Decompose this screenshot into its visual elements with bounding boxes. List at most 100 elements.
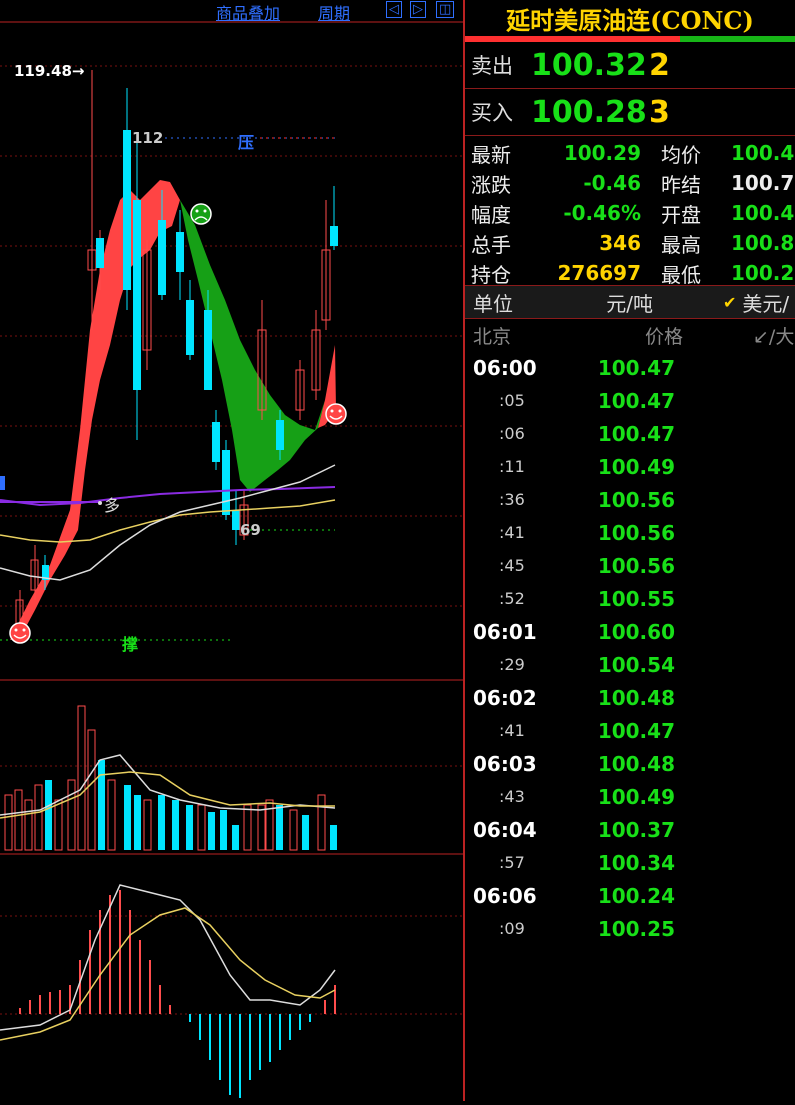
time-column-header: 北京 (465, 322, 563, 349)
latest-value: 100.29 (537, 141, 641, 165)
ma-yellow (0, 500, 335, 542)
ratio-green (680, 36, 795, 42)
candlestick-chart[interactable]: 119.48→ 112 压 多 69 撑 商品叠加 周期 ◁ ▷ ◫ (0, 0, 463, 1101)
tick-row: :45100.56 (465, 549, 795, 582)
tick-price: 100.49 (595, 455, 675, 479)
tick-time: :52 (465, 589, 595, 608)
stats-row: 持仓 276697 最低 100.2 (465, 258, 795, 288)
buy-price: 100.28 (531, 95, 649, 130)
nav-right-button[interactable]: ▷ (410, 1, 426, 18)
tick-row: :41100.47 (465, 714, 795, 747)
tick-price: 100.56 (595, 521, 675, 545)
open-interest-label: 持仓 (465, 259, 537, 288)
macd-histogram (20, 890, 335, 1098)
sell-row[interactable]: 卖出 100.32 2 (465, 42, 795, 89)
tick-price: 100.24 (595, 884, 675, 908)
ma-white (0, 465, 335, 580)
tick-row: 06:00100.47 (465, 351, 795, 384)
avg-value: 100.4 (731, 141, 795, 165)
tick-time: :41 (465, 721, 595, 740)
tick-time: :57 (465, 853, 595, 872)
overlay-button[interactable]: 商品叠加 (216, 0, 280, 24)
tick-row: :43100.49 (465, 780, 795, 813)
unit-alt-option[interactable]: 美元/ (742, 288, 789, 317)
tick-price: 100.56 (595, 488, 675, 512)
chart-canvas (0, 0, 463, 1101)
trend-ribbon-down (180, 200, 325, 492)
long-label: 多 (104, 492, 120, 516)
tick-price: 100.47 (595, 389, 675, 413)
open-interest-value: 276697 (537, 261, 641, 285)
tick-time: :06 (465, 424, 595, 443)
tick-row: :52100.55 (465, 582, 795, 615)
open-value: 100.4 (731, 201, 795, 225)
buy-volume: 3 (649, 95, 670, 130)
tick-row: 06:02100.48 (465, 681, 795, 714)
sell-price: 100.32 (531, 48, 649, 83)
tick-row: 06:03100.48 (465, 747, 795, 780)
tick-price: 100.48 (595, 752, 675, 776)
unit-label: 单位 (465, 288, 533, 317)
sell-signal-icon (191, 204, 211, 224)
nav-left-button[interactable]: ◁ (386, 1, 402, 18)
level-69-label: 69 (240, 521, 261, 539)
stats-row: 涨跌 -0.46 昨结 100.7 (465, 168, 795, 198)
amplitude-value: -0.46% (537, 201, 641, 225)
high-price-label: 119.48→ (14, 62, 84, 80)
long-marker-dot (98, 501, 102, 505)
change-value: -0.46 (537, 171, 641, 195)
latest-label: 最新 (465, 139, 537, 168)
tick-row: 06:04100.37 (465, 813, 795, 846)
buy-row[interactable]: 买入 100.28 3 (465, 89, 795, 136)
tick-price: 100.55 (595, 587, 675, 611)
avg-label: 均价 (641, 139, 731, 168)
ratio-red (465, 36, 680, 42)
extra-column-header: ↙/大 (753, 322, 794, 349)
tick-price: 100.47 (595, 356, 675, 380)
period-button[interactable]: 周期 (318, 0, 350, 24)
tick-time: :45 (465, 556, 595, 575)
tick-row: 06:01100.60 (465, 615, 795, 648)
tick-row: :57100.34 (465, 846, 795, 879)
check-icon[interactable]: ✔ (723, 293, 736, 312)
sell-volume: 2 (649, 48, 670, 83)
buy-signal-icon-2 (10, 623, 30, 643)
stats-row: 最新 100.29 均价 100.4 (465, 138, 795, 168)
quote-panel: 延时美原油连(CONC) 卖出 100.32 2 买入 100.28 3 最新 … (463, 0, 795, 1101)
tick-time: :09 (465, 919, 595, 938)
tick-time: 06:04 (465, 818, 595, 842)
tick-row: :09100.25 (465, 912, 795, 945)
level-112-label: 112 (132, 129, 163, 147)
tick-price: 100.47 (595, 719, 675, 743)
ticks-list[interactable]: 06:00100.47:05100.47:06100.47:11100.49:3… (465, 351, 795, 945)
buy-signal-icon (326, 404, 346, 424)
stats-table: 最新 100.29 均价 100.4 涨跌 -0.46 昨结 100.7 幅度 … (465, 136, 795, 286)
tick-price: 100.48 (595, 686, 675, 710)
tick-time: :36 (465, 490, 595, 509)
tick-time: 06:01 (465, 620, 595, 644)
low-label: 最低 (641, 259, 731, 288)
tick-row: 06:06100.24 (465, 879, 795, 912)
tick-time: 06:02 (465, 686, 595, 710)
tick-price: 100.25 (595, 917, 675, 941)
volume-label: 总手 (465, 229, 537, 258)
tick-row: :41100.56 (465, 516, 795, 549)
pressure-label: 压 (238, 129, 254, 153)
tick-time: 06:00 (465, 356, 595, 380)
nav-split-button[interactable]: ◫ (436, 1, 454, 18)
low-value: 100.2 (731, 261, 795, 285)
unit-selector[interactable]: 单位 元/吨 ✔ 美元/ (465, 286, 795, 319)
instrument-title: 延时美原油连(CONC) (465, 0, 795, 36)
tick-time: :05 (465, 391, 595, 410)
sell-label: 卖出 (465, 50, 531, 80)
amplitude-label: 幅度 (465, 199, 537, 228)
unit-value[interactable]: 元/吨 (533, 288, 653, 317)
tick-time: 06:06 (465, 884, 595, 908)
change-label: 涨跌 (465, 169, 537, 198)
stats-row: 幅度 -0.46% 开盘 100.4 (465, 198, 795, 228)
tick-price: 100.56 (595, 554, 675, 578)
stats-row: 总手 346 最高 100.8 (465, 228, 795, 258)
tick-price: 100.47 (595, 422, 675, 446)
tick-row: :36100.56 (465, 483, 795, 516)
prev-settle-label: 昨结 (641, 169, 731, 198)
